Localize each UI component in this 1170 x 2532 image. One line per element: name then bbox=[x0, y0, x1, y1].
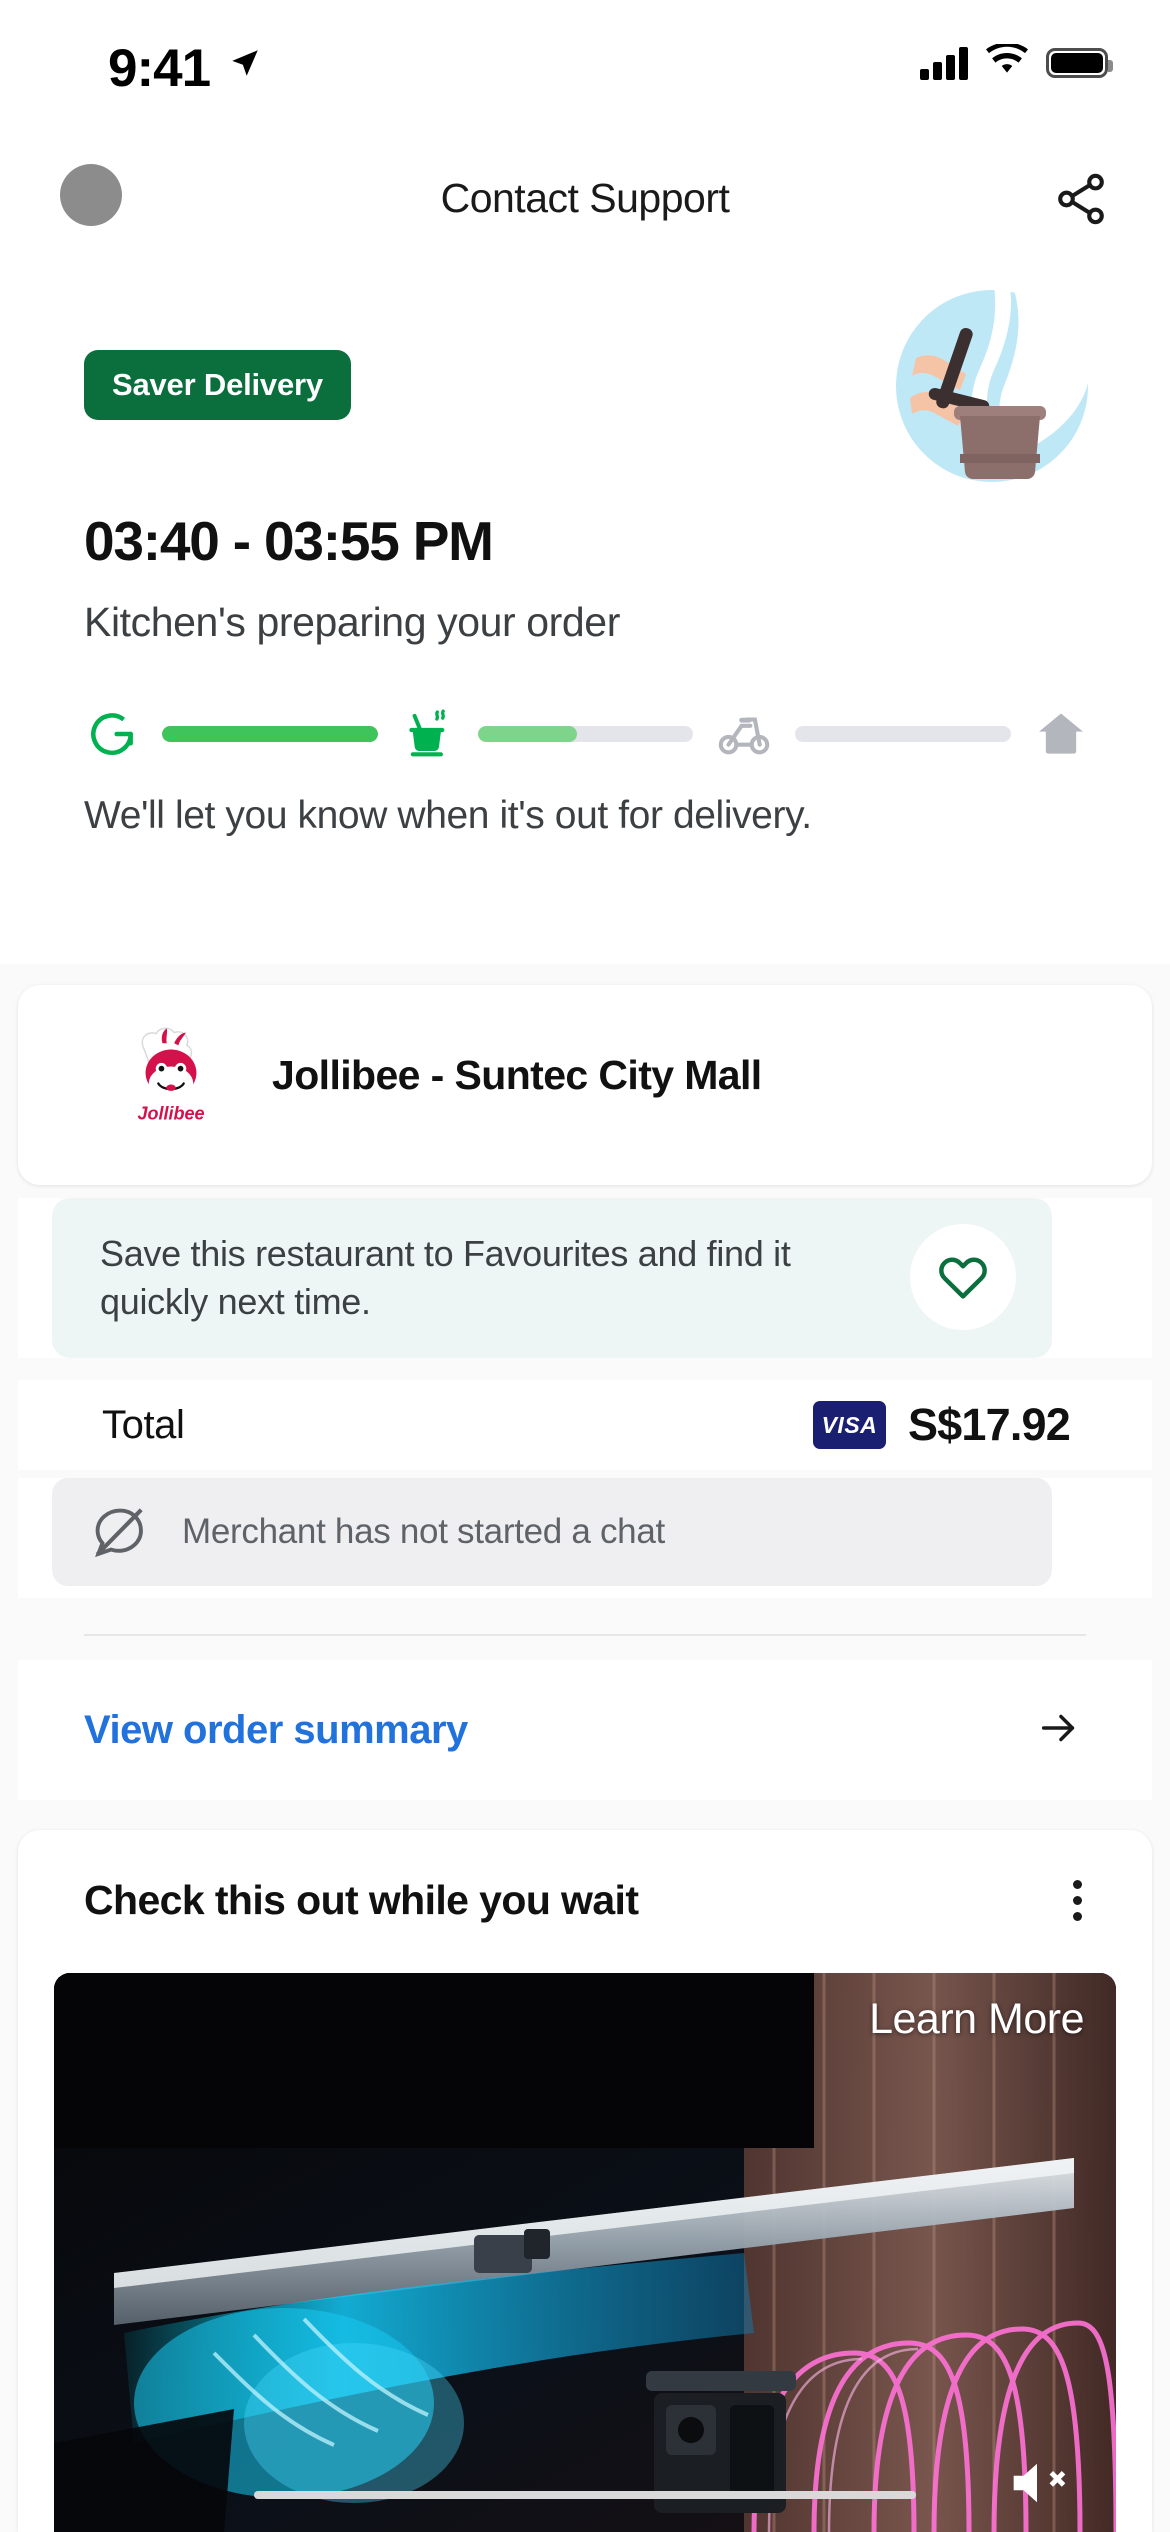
progress-segment-3 bbox=[795, 726, 1012, 742]
progress-segment-2 bbox=[477, 726, 694, 742]
arrow-right-icon bbox=[1036, 1705, 1082, 1756]
favourite-heart-button[interactable] bbox=[910, 1224, 1016, 1330]
svg-text:Jollibee: Jollibee bbox=[137, 1104, 204, 1124]
order-tracking-screen: 9:41 Contact Support Saver Delivery 03:4… bbox=[0, 0, 1170, 2532]
wifi-icon bbox=[986, 42, 1028, 81]
navigation-bar: Contact Support bbox=[0, 132, 1170, 264]
grab-g-logo-icon bbox=[84, 706, 140, 762]
cellular-signal-icon bbox=[920, 46, 968, 80]
home-icon bbox=[1033, 706, 1089, 762]
share-icon[interactable] bbox=[1052, 170, 1110, 233]
card-divider bbox=[84, 1634, 1086, 1636]
video-progress-bar[interactable] bbox=[254, 2491, 916, 2499]
progress-segment-1 bbox=[162, 726, 378, 742]
visa-card-icon: VISA bbox=[812, 1401, 886, 1449]
promo-video[interactable]: Learn More bbox=[54, 1973, 1116, 2532]
delivery-type-badge: Saver Delivery bbox=[84, 350, 351, 420]
merchant-chat-row[interactable]: Merchant has not started a chat bbox=[18, 1478, 1152, 1598]
promo-header: Check this out while you wait bbox=[18, 1830, 1152, 1970]
video-thumbnail bbox=[54, 1973, 1116, 2532]
merchant-row[interactable]: Jollibee Jollibee - Suntec City Mall bbox=[18, 985, 1152, 1165]
learn-more-cta[interactable]: Learn More bbox=[869, 1995, 1084, 2044]
status-bar-time: 9:41 bbox=[108, 39, 211, 98]
battery-full-icon bbox=[1046, 47, 1113, 78]
order-progress-tracker bbox=[84, 704, 1089, 764]
favourites-text: Save this restaurant to Favourites and f… bbox=[100, 1233, 791, 1322]
location-arrow-icon bbox=[228, 46, 262, 85]
promo-title: Check this out while you wait bbox=[84, 1876, 639, 1923]
eta-time: 03:40 - 03:55 PM bbox=[84, 510, 494, 572]
status-bar: 9:41 bbox=[0, 0, 1170, 132]
order-card: Jollibee Jollibee - Suntec City Mall bbox=[18, 985, 1152, 1185]
jollibee-logo-icon: Jollibee bbox=[118, 1022, 224, 1128]
order-status-text: Kitchen's preparing your order bbox=[84, 599, 620, 645]
order-total-row: Total VISA S$17.92 bbox=[18, 1380, 1152, 1470]
merchant-name: Jollibee - Suntec City Mall bbox=[272, 1051, 762, 1098]
speaker-muted-icon[interactable] bbox=[1002, 2448, 1072, 2523]
cooking-pot-icon bbox=[400, 706, 456, 762]
delivery-notice-text: We'll let you know when it's out for del… bbox=[84, 794, 812, 837]
page-title: Contact Support bbox=[440, 174, 730, 221]
more-options-icon[interactable] bbox=[1073, 1879, 1082, 1921]
view-order-summary-row[interactable]: View order summary bbox=[18, 1660, 1152, 1800]
favourites-banner: Save this restaurant to Favourites and f… bbox=[18, 1198, 1152, 1358]
delivery-status-hero: Saver Delivery 03:40 - 03:55 PM Kitchen'… bbox=[0, 264, 1170, 964]
chat-disabled-icon bbox=[88, 1501, 150, 1563]
chat-status-text: Merchant has not started a chat bbox=[182, 1512, 665, 1551]
promo-card: Check this out while you wait Learn More bbox=[18, 1830, 1152, 2532]
cooking-pot-illustration bbox=[892, 286, 1092, 486]
view-order-summary-link[interactable]: View order summary bbox=[84, 1708, 468, 1753]
total-amount: S$17.92 bbox=[907, 1399, 1071, 1450]
scooter-icon bbox=[715, 705, 773, 763]
total-label: Total bbox=[102, 1402, 185, 1447]
